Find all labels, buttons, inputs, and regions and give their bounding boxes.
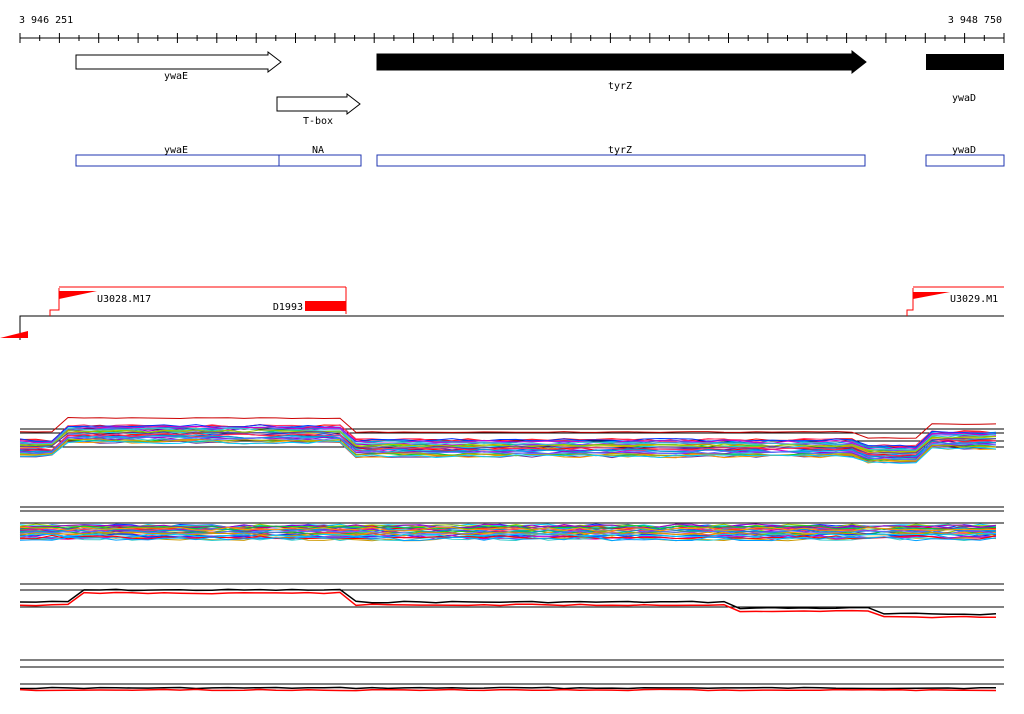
gene-label: ywaD [952,93,976,104]
gene-tyrZ[interactable]: tyrZ [376,49,867,92]
annotation-label: ywaD [952,145,976,156]
gene-ywaE[interactable]: ywaE [75,50,282,82]
segment-d1993[interactable]: D1993 [273,301,346,313]
annotation-box-ywaE[interactable] [75,154,280,167]
gene-arrow[interactable] [376,49,867,75]
expression-series [20,686,997,690]
genome-browser: 3 946 251 3 948 750 ywaE T-box tyrZ ywaD… [0,15,1005,692]
segment-label: U3028.M17 [97,294,151,305]
coordinate-end-label: 3 948 750 [948,15,1002,26]
coordinate-ruler [19,33,1005,43]
annotation-label: ywaE [164,145,188,156]
annotation-label: NA [312,145,324,156]
annotation-track: ywaE NA tyrZ ywaD [75,145,1005,167]
gene-label: tyrZ [608,81,632,92]
segment-track: U3028.M17 D1993 U3029.M1 [0,286,1004,340]
gene-arrow[interactable] [75,50,282,74]
segment-label: D1993 [273,302,303,313]
annotation-box-na[interactable] [278,154,362,167]
expression-tracks [19,416,1004,692]
gene-label: T-box [303,116,333,127]
gene-arrow[interactable] [926,54,1004,70]
annotation-label: tyrZ [608,145,632,156]
segment-step [906,288,914,316]
segment-u3029-m1[interactable]: U3029.M1 [906,286,1004,316]
segment-flag [913,292,950,299]
segment-bar [305,301,346,311]
gene-label: ywaE [164,71,188,82]
segment-step [49,288,60,316]
coordinate-start-label: 3 946 251 [19,15,73,26]
segment-label: U3029.M1 [950,294,998,305]
segment-flag [59,291,97,299]
gene-t-box[interactable]: T-box [276,92,361,127]
segment-flag-left [0,331,28,338]
gene-arrow[interactable] [276,92,361,116]
annotation-box-ywaD[interactable] [925,154,1005,167]
gene-ywaD[interactable]: ywaD [926,54,1004,104]
expression-series [19,591,996,619]
annotation-box-tyrZ[interactable] [376,154,866,167]
expression-series [19,688,997,692]
